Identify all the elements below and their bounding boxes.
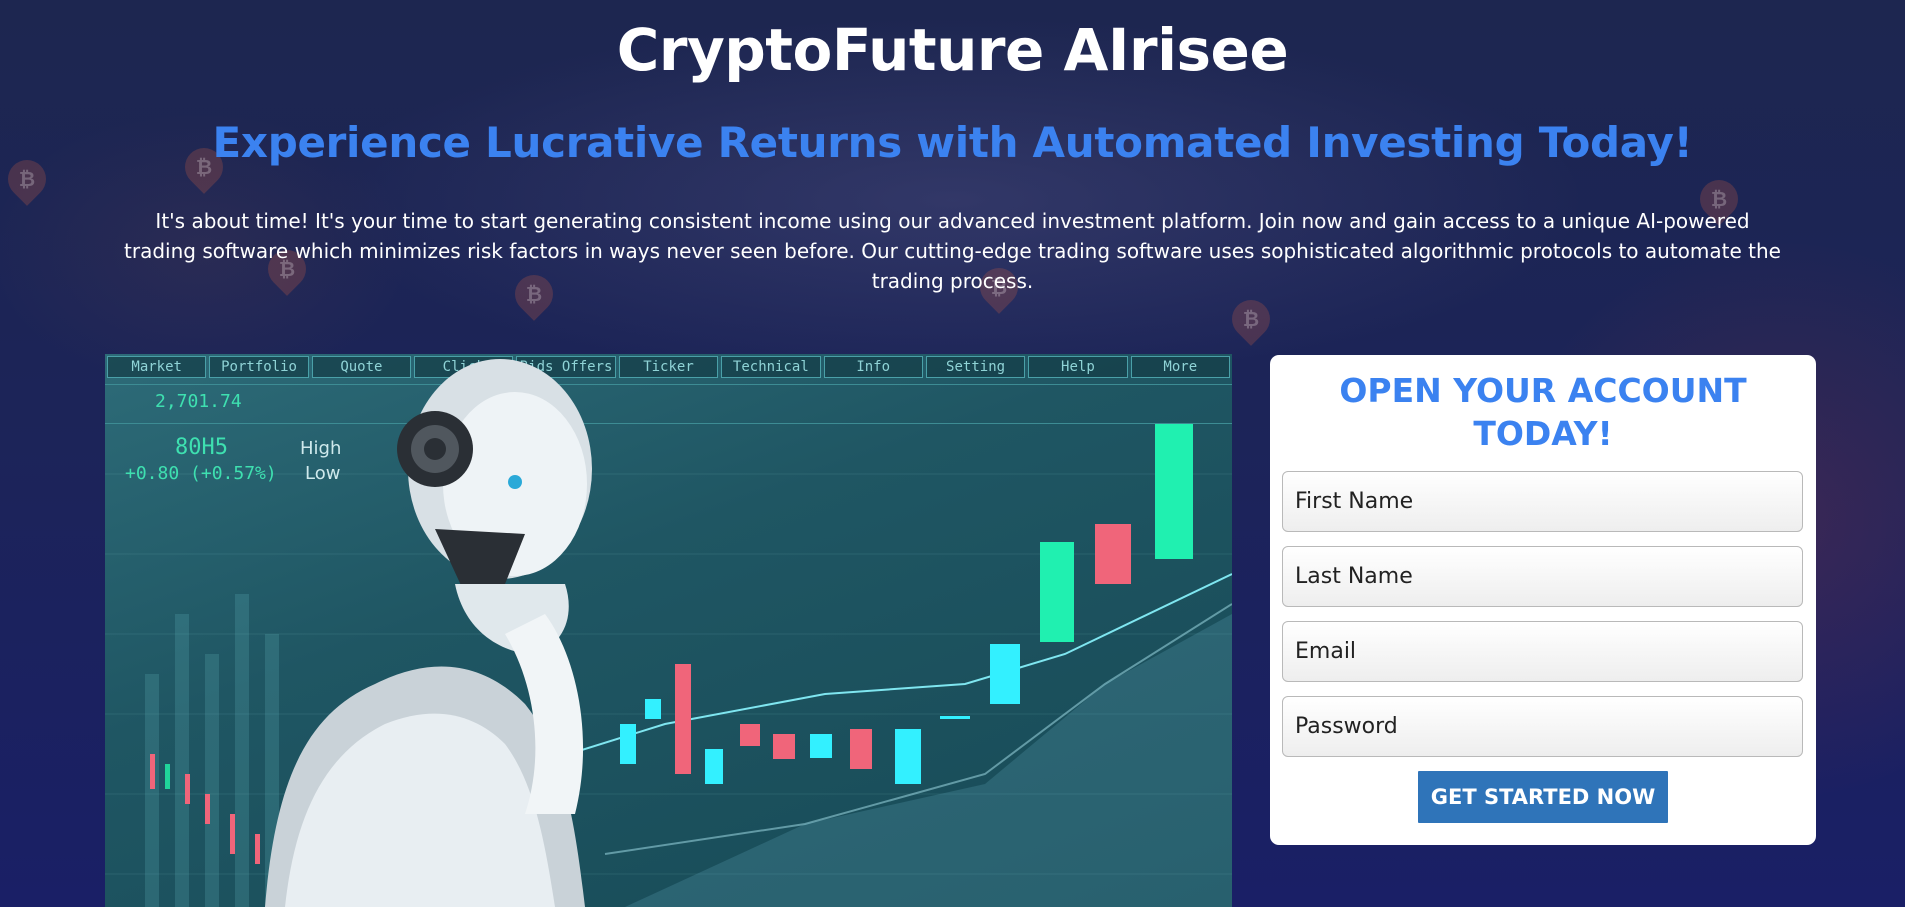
get-started-button[interactable]: GET STARTED NOW xyxy=(1418,771,1668,823)
page-subtitle: Experience Lucrative Returns with Automa… xyxy=(212,118,1693,167)
page-description: It's about time! It's your time to start… xyxy=(124,209,1781,293)
hero-high-label: High xyxy=(300,438,341,459)
signup-form: OPEN YOUR ACCOUNT TODAY! GET STARTED NOW xyxy=(1270,355,1816,845)
hero-ticker-change: +0.80 (+0.57%) xyxy=(125,463,277,484)
hero-illustration: 80H5 +0.80 (+0.57%) High Low xyxy=(105,359,1232,907)
first-name-input[interactable] xyxy=(1282,471,1803,532)
hero-low-label: Low xyxy=(305,463,340,484)
last-name-input[interactable] xyxy=(1282,546,1803,607)
hero-ticker-code: 80H5 xyxy=(175,435,228,460)
form-heading: OPEN YOUR ACCOUNT TODAY! xyxy=(1339,371,1747,453)
page-title: CryptoFuture AIrisee xyxy=(616,16,1289,84)
hero-image: Market Portfolio Quote Click Bids Offers… xyxy=(105,354,1232,907)
bitcoin-pin-icon: ₿ xyxy=(1224,292,1278,346)
password-input[interactable] xyxy=(1282,696,1803,757)
email-input[interactable] xyxy=(1282,621,1803,682)
